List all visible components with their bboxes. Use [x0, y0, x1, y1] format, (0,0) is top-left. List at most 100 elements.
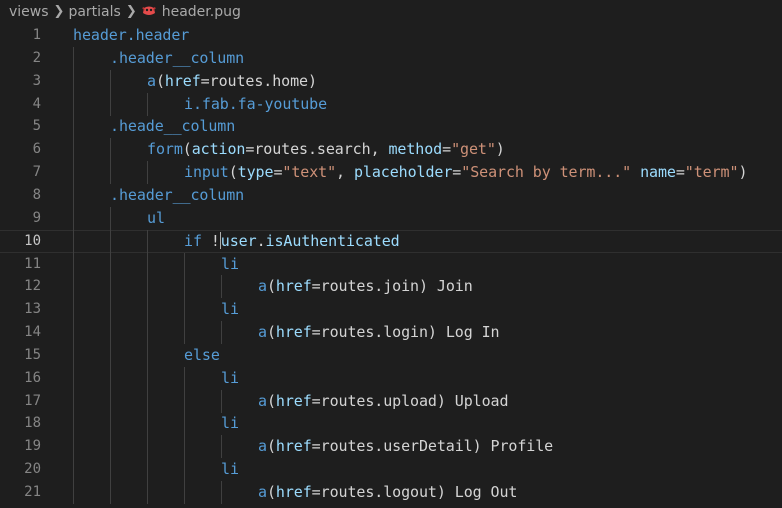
code-token: input [184, 163, 229, 182]
code-line[interactable]: 12 a(href=routes.join) Join [0, 275, 782, 299]
code-line[interactable]: 6 form(action=routes.search, method="get"… [0, 138, 782, 162]
line-number: 5 [32, 118, 41, 135]
indent-guide [221, 389, 222, 413]
code-line[interactable]: 1 header.header [0, 24, 782, 47]
line-number: 2 [32, 49, 41, 66]
line-number: 12 [24, 278, 41, 295]
line-number: 6 [32, 141, 41, 158]
code-token: method [388, 140, 443, 159]
line-number: 16 [24, 369, 41, 386]
code-token: = [452, 163, 462, 182]
indent-guide [73, 298, 74, 322]
code-token: Log Out [445, 483, 518, 501]
line-number: 11 [24, 255, 41, 272]
code-token: href [275, 437, 312, 456]
indent-guide [110, 138, 111, 162]
code-line[interactable]: 9 ul [0, 206, 782, 230]
indent-guide [221, 435, 222, 459]
code-line[interactable]: 18 li [0, 412, 782, 436]
code-token: header [73, 26, 127, 44]
code-line[interactable]: 15 else [0, 343, 782, 367]
code-token: li [221, 300, 239, 319]
indent-guide [73, 229, 74, 253]
code-line[interactable]: 21 a(href=routes.logout) Log Out [0, 481, 782, 504]
line-number: 21 [24, 484, 41, 500]
code-token: .header__column [110, 48, 245, 67]
code-line[interactable]: 3 a(href=routes.home) [0, 69, 782, 93]
code-line[interactable]: 4 i.fab.fa-youtube [0, 92, 782, 116]
code-line[interactable]: 2 .header__column [0, 46, 782, 70]
code-text: else [184, 344, 220, 367]
indent-guide [73, 435, 74, 459]
code-token: href [275, 391, 312, 410]
code-text: if !user.isAuthenticated [184, 230, 400, 253]
indent-guide [184, 458, 185, 482]
code-token: .header__column [110, 185, 245, 204]
code-text: a(href=routes.login) Log In [258, 321, 500, 344]
code-token: = [311, 391, 321, 410]
code-line[interactable]: 13 li [0, 298, 782, 322]
breadcrumb-item-file[interactable]: header.pug [141, 4, 241, 20]
code-token: ) [436, 391, 446, 410]
code-token: ( [266, 391, 276, 410]
code-token: ) [738, 163, 748, 182]
code-line[interactable]: 11 li [0, 252, 782, 276]
code-token: ( [155, 71, 165, 90]
breadcrumb-item-partials[interactable]: partials [68, 4, 120, 20]
code-token: Profile [481, 437, 554, 456]
indent-guide [147, 458, 148, 482]
code-token: else [184, 345, 220, 364]
code-token: placeholder [353, 163, 453, 182]
code-text: li [221, 412, 239, 435]
code-line[interactable]: 20 li [0, 458, 782, 482]
code-token: , [336, 163, 354, 182]
indent-guide [184, 298, 185, 322]
chevron-right-icon: ❯ [125, 3, 137, 19]
code-token: ) [418, 277, 428, 296]
code-token: ( [266, 483, 276, 501]
code-token: = [311, 277, 321, 296]
indent-guide [110, 458, 111, 482]
code-line[interactable]: 14 a(href=routes.login) Log In [0, 321, 782, 345]
indent-guide [73, 138, 74, 162]
code-text: header.header [73, 24, 189, 47]
code-text: .heade__column [110, 115, 235, 138]
code-token: ! [210, 231, 220, 250]
code-line[interactable]: 16 li [0, 366, 782, 390]
line-number: 7 [32, 164, 41, 181]
code-token: routes.home [209, 71, 308, 90]
breadcrumb-file-label: header.pug [161, 4, 241, 20]
line-number: 3 [32, 72, 41, 89]
code-editor[interactable]: 1 header.header 2 .header__column 3 a(href=ro… [0, 24, 782, 508]
pug-icon [141, 5, 157, 17]
code-token: .heade__column [110, 117, 236, 136]
breadcrumb: views ❯ partials ❯ header.pug [0, 0, 782, 24]
code-text: .header__column [110, 184, 244, 207]
indent-guide [73, 412, 74, 436]
indent-guide [110, 206, 111, 230]
code-line[interactable]: 17 a(href=routes.upload) Upload [0, 389, 782, 413]
indent-guide [73, 161, 74, 185]
code-text: li [221, 298, 239, 321]
line-number: 4 [32, 95, 41, 112]
indent-guide [73, 458, 74, 482]
code-line[interactable]: 5 .heade__column [0, 115, 782, 139]
code-token: a [258, 483, 267, 501]
code-token: a [258, 391, 267, 410]
breadcrumb-item-views[interactable]: views [9, 4, 49, 20]
indent-guide [110, 229, 111, 253]
code-line[interactable]: 19 a(href=routes.userDetail) Profile [0, 435, 782, 459]
code-text: a(href=routes.logout) Log Out [258, 481, 517, 504]
code-line[interactable]: 10 if !user.isAuthenticated [0, 229, 782, 253]
code-text: a(href=routes.upload) Upload [258, 390, 508, 413]
code-token: Upload [445, 391, 509, 410]
indent-guide [73, 92, 74, 116]
code-text: i.fab.fa-youtube [184, 93, 327, 116]
code-line[interactable]: 8 .header__column [0, 183, 782, 207]
indent-guide [184, 252, 185, 276]
code-token: . [256, 231, 266, 250]
indent-guide [147, 435, 148, 459]
indent-guide [221, 275, 222, 299]
code-line[interactable]: 7 input(type="text", placeholder="Search … [0, 161, 782, 185]
